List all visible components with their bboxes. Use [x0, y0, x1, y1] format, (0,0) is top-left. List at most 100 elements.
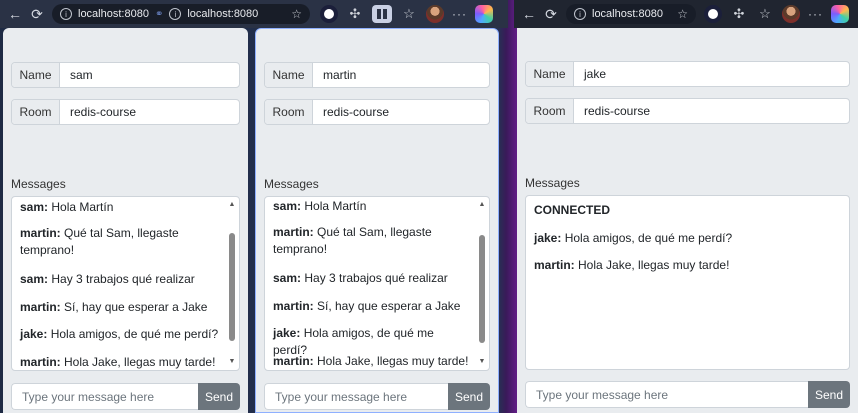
chat-message: sam: Hola Martín [273, 198, 471, 215]
message-input[interactable]: Type your message here [264, 383, 448, 410]
name-label: Name [265, 63, 313, 87]
back-icon[interactable]: ← [4, 3, 26, 25]
split-screen-icon[interactable] [372, 5, 392, 23]
name-input[interactable]: jake [574, 62, 849, 86]
tab-url: localhost:8080 [592, 8, 663, 20]
room-label: Room [265, 100, 313, 124]
favorites-icon[interactable]: ☆ [756, 5, 774, 23]
room-input[interactable]: redis-course [60, 100, 239, 124]
message-user: sam: [273, 271, 302, 285]
message-composer: Type your message here Send [525, 381, 850, 408]
message-user: martin: [273, 225, 314, 239]
browser-toolbar-left: ← ⟳ i localhost:8080 ⚭ i localhost:8080 … [0, 0, 508, 28]
message-input[interactable]: Type your message here [525, 381, 808, 408]
messages-label: Messages [525, 176, 580, 190]
message-user: martin: [273, 299, 314, 313]
message-user: martin: [20, 226, 61, 240]
message-user: sam: [20, 200, 49, 214]
chat-message: martin: Sí, hay que esperar a Jake [273, 298, 471, 315]
name-input[interactable]: martin [313, 63, 489, 87]
room-input[interactable]: redis-course [574, 99, 849, 123]
star-icon[interactable]: ☆ [677, 7, 688, 21]
back-icon[interactable]: ← [518, 3, 540, 25]
scroll-up-icon[interactable]: ▲ [228, 201, 236, 209]
chat-pane-jake: Name jake Room redis-course Messages CON… [517, 28, 858, 413]
chat-message: martin: Hola Jake, llegas muy tarde! [20, 354, 221, 370]
connection-status: CONNECTED [534, 202, 831, 219]
message-user: sam: [20, 272, 49, 286]
scrollbar-thumb[interactable] [479, 235, 485, 343]
extension-circle-icon[interactable] [704, 5, 722, 23]
message-user: martin: [20, 355, 61, 369]
extension-circle-icon[interactable] [320, 5, 338, 23]
chat-message: martin: Qué tal Sam, llegaste temprano! [273, 224, 471, 258]
chat-message: martin: Hola Jake, llegas muy tarde! [273, 353, 471, 370]
send-button[interactable]: Send [198, 383, 240, 410]
chat-message: martin: Sí, hay que esperar a Jake [20, 299, 221, 316]
chat-pane-sam: Name sam Room redis-course Messages sam:… [3, 28, 248, 413]
extensions-icon[interactable]: ✣ [346, 5, 364, 23]
send-button[interactable]: Send [808, 381, 850, 408]
message-text: Hola Jake, llegas muy tarde! [574, 258, 730, 272]
messages-box[interactable]: CONNECTED jake: Hola amigos, de qué me p… [525, 195, 850, 370]
message-text: Sí, hay que esperar a Jake [60, 300, 208, 314]
message-input[interactable]: Type your message here [11, 383, 198, 410]
tab-url-2: localhost:8080 [187, 8, 259, 20]
star-icon[interactable]: ☆ [291, 7, 302, 21]
message-user: jake: [534, 231, 562, 245]
profile-avatar[interactable] [782, 5, 800, 23]
info-icon[interactable]: i [60, 8, 72, 20]
message-user: martin: [20, 300, 61, 314]
extensions-icon[interactable]: ✣ [730, 5, 748, 23]
name-field[interactable]: Name jake [525, 61, 850, 87]
copilot-icon[interactable] [831, 5, 849, 23]
message-text: Hay 3 trabajos qué realizar [301, 271, 448, 285]
scroll-down-icon[interactable]: ▼ [228, 358, 236, 366]
messages-label: Messages [11, 177, 66, 191]
message-text: Hola Martín [48, 200, 114, 214]
messages-box[interactable]: sam: Hola Martín martin: Qué tal Sam, ll… [264, 196, 490, 371]
message-text: Hola amigos, de qué me perdí? [561, 231, 733, 245]
name-field[interactable]: Name sam [11, 62, 240, 88]
name-input[interactable]: sam [60, 63, 239, 87]
address-bar[interactable]: i localhost:8080 ⚭ i localhost:8080 ☆ [52, 4, 310, 24]
status-text: CONNECTED [534, 203, 611, 217]
messages-box[interactable]: sam: Hola Martín martin: Qué tal Sam, ll… [11, 196, 240, 371]
message-text: Hola Jake, llegas muy tarde! [313, 354, 469, 368]
message-text: Hola Jake, llegas muy tarde! [60, 355, 216, 369]
room-field[interactable]: Room redis-course [264, 99, 490, 125]
message-user: martin: [273, 354, 314, 368]
refresh-icon[interactable]: ⟳ [540, 3, 562, 25]
message-text: Hola Martín [301, 199, 367, 213]
messages-label: Messages [264, 177, 319, 191]
chat-message: sam: Hola Martín [20, 199, 221, 216]
room-field[interactable]: Room redis-course [11, 99, 240, 125]
name-field[interactable]: Name martin [264, 62, 490, 88]
chat-message: sam: Hay 3 trabajos qué realizar [273, 270, 471, 287]
profile-avatar[interactable] [426, 5, 444, 23]
message-user: jake: [273, 326, 301, 340]
refresh-icon[interactable]: ⟳ [26, 3, 48, 25]
chat-message: martin: Hola Jake, llegas muy tarde! [534, 257, 831, 274]
message-text: Hola amigos, de qué me perdí? [47, 327, 219, 341]
chat-message: martin: Qué tal Sam, llegaste temprano! [20, 225, 221, 259]
info-icon[interactable]: i [574, 8, 586, 20]
message-text: Hay 3 trabajos qué realizar [48, 272, 195, 286]
more-menu-icon[interactable]: ··· [452, 7, 467, 21]
more-menu-icon[interactable]: ··· [808, 7, 823, 21]
chat-pane-martin: Name martin Room redis-course Messages s… [255, 28, 499, 413]
room-input[interactable]: redis-course [313, 100, 489, 124]
favorites-icon[interactable]: ☆ [400, 5, 418, 23]
address-bar[interactable]: i localhost:8080 ☆ [566, 4, 696, 24]
scroll-down-icon[interactable]: ▼ [478, 358, 486, 366]
scrollbar-thumb[interactable] [229, 233, 235, 341]
copilot-icon[interactable] [475, 5, 493, 23]
message-user: sam: [273, 199, 302, 213]
message-composer: Type your message here Send [264, 383, 490, 410]
tab-url-1: localhost:8080 [78, 8, 149, 20]
info-icon[interactable]: i [169, 8, 182, 20]
send-button[interactable]: Send [448, 383, 490, 410]
chat-message: sam: Hay 3 trabajos qué realizar [20, 271, 221, 288]
scroll-up-icon[interactable]: ▲ [478, 201, 486, 209]
room-field[interactable]: Room redis-course [525, 98, 850, 124]
